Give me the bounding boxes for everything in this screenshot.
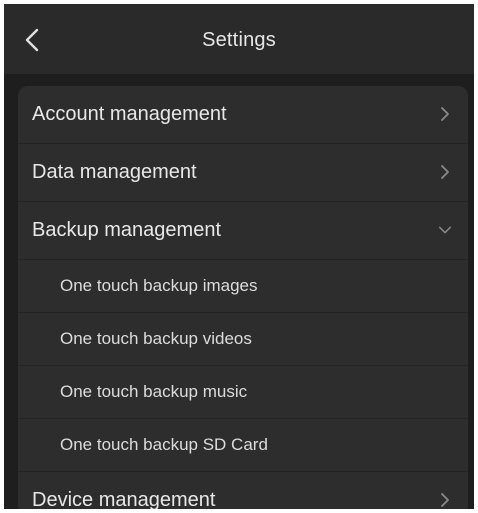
submenu-item-label: One touch backup SD Card <box>60 435 268 454</box>
submenu-item-label: One touch backup music <box>60 382 248 401</box>
menu-item-backup-management[interactable]: Backup management <box>18 202 468 258</box>
settings-screen: Settings Account management Data managem… <box>4 4 474 509</box>
menu-item-data-management[interactable]: Data management <box>18 144 468 200</box>
menu-item-label: Data management <box>32 160 197 183</box>
menu-item-label: Device management <box>32 488 216 510</box>
chevron-right-icon <box>438 165 452 179</box>
submenu-item-backup-sd-card[interactable]: One touch backup SD Card <box>18 419 468 471</box>
app-header: Settings <box>4 4 474 74</box>
submenu-item-label: One touch backup videos <box>60 329 252 348</box>
chevron-right-icon <box>438 107 452 121</box>
chevron-left-icon <box>25 28 39 52</box>
back-button[interactable] <box>14 22 50 58</box>
submenu-item-backup-music[interactable]: One touch backup music <box>18 366 468 418</box>
menu-item-label: Account management <box>32 102 227 125</box>
menu-item-label: Backup management <box>32 218 222 241</box>
submenu-item-backup-videos[interactable]: One touch backup videos <box>18 313 468 365</box>
chevron-down-icon <box>438 223 452 237</box>
page-title: Settings <box>202 29 276 51</box>
settings-list: Account management Data management Backu… <box>18 86 468 509</box>
menu-item-device-management[interactable]: Device management <box>18 472 468 509</box>
menu-item-account-management[interactable]: Account management <box>18 86 468 142</box>
submenu-item-label: One touch backup images <box>60 276 258 295</box>
submenu-item-backup-images[interactable]: One touch backup images <box>18 260 468 312</box>
chevron-right-icon <box>438 493 452 507</box>
